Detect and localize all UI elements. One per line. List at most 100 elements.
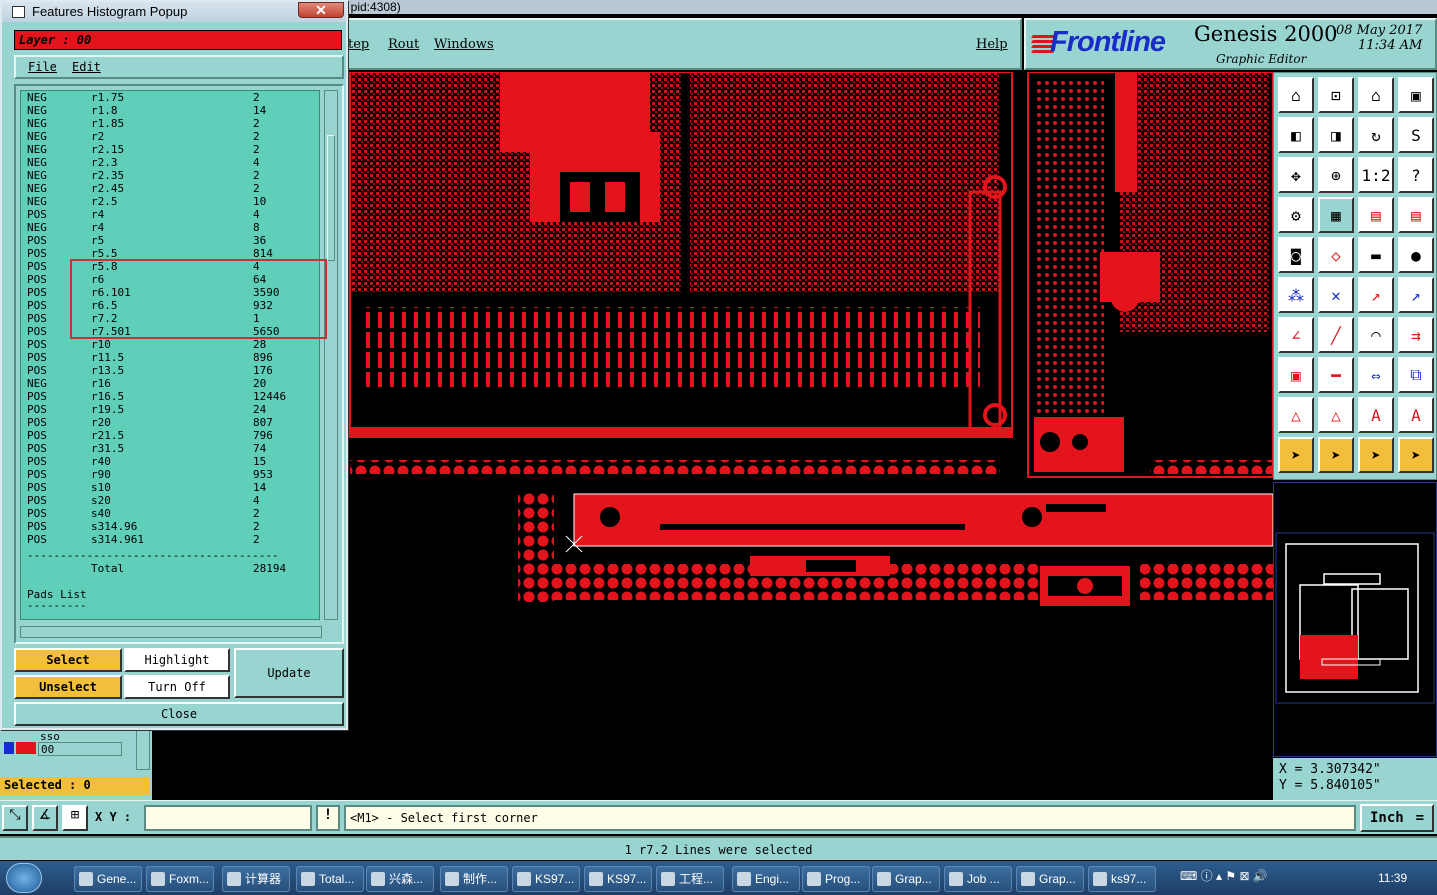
select-button[interactable]: Select [14,648,122,672]
ruler-icon[interactable]: ▬ [1358,237,1394,273]
surface-icon[interactable]: ◇ [1318,237,1354,273]
system-tray-icons[interactable]: ⌨ ⓘ ▴ ⚑ ⊠ 🔊 [1180,867,1350,889]
redraw-icon[interactable]: ↻ [1358,117,1394,153]
layers-alt-icon[interactable]: ▤ [1398,197,1434,233]
menu-help[interactable]: Help [976,37,1008,52]
overview-map[interactable] [1273,482,1437,757]
triangle-alt-icon[interactable]: △ [1318,397,1354,433]
triangle-icon[interactable]: △ [1278,397,1314,433]
arc-icon[interactable]: ◠ [1358,317,1394,353]
popup-menubar: File Edit [14,55,344,79]
taskbar-item[interactable]: Engi... [732,866,800,892]
line-move-icon[interactable]: ↗ [1398,277,1434,313]
pan-left-icon[interactable]: ◧ [1278,117,1314,153]
snap-icon[interactable]: S [1398,117,1434,153]
feature-polarity: NEG [27,91,47,104]
list-vertical-scrollbar[interactable] [324,90,338,620]
taskbar-item[interactable]: 工程... [656,866,724,892]
feature-polarity: NEG [27,377,47,390]
histogram-list[interactable]: NEG r1.75 2 NEG r1.8 14 NEG r1.85 2 NEG r2 2 NEG r2.1… [20,90,320,620]
alert-icon[interactable]: ! [316,805,340,831]
start-button-icon[interactable] [6,863,42,893]
layers-icon[interactable]: ▤ [1358,197,1394,233]
status-bar: ⤡ ∡ ⊞ X Y : ! <M1> - Select first corner… [0,800,1437,834]
feature-polarity: POS [27,273,47,286]
graphic-canvas[interactable] [340,71,1274,800]
taskbar-item[interactable]: 计算器 [222,866,290,892]
zoom-in-icon[interactable]: ⊡ [1318,77,1354,113]
taskbar-item[interactable]: Grap... [872,866,940,892]
select-area-icon[interactable]: ● [1398,237,1434,273]
menu-rout[interactable]: Rout [388,37,419,52]
highlight-button[interactable]: Highlight [124,648,230,672]
angle-icon[interactable]: ∠ [1278,317,1314,353]
settings-icon[interactable]: ⚙ [1278,197,1314,233]
line-add-icon[interactable]: ↗ [1358,277,1394,313]
text-a-icon[interactable]: A [1358,397,1394,433]
popup-title-bar[interactable]: Features Histogram Popup [2,2,346,22]
taskbar-item[interactable]: KS97... [512,866,580,892]
resize-icon[interactable]: ⤡ [2,805,28,831]
feature-polarity: POS [27,338,47,351]
fit-icon[interactable]: ✥ [1278,157,1314,193]
scale-1-2-icon[interactable]: 1:2 [1358,157,1394,193]
unselect-button[interactable]: Unselect [14,675,122,699]
menu-file[interactable]: File [28,60,57,74]
app-icon [877,872,891,886]
taskbar-item[interactable]: 兴森... [366,866,434,892]
scroll-thumb[interactable] [327,135,335,261]
connect-icon[interactable]: ⁂ [1278,277,1314,313]
text-a-alt-icon[interactable]: A [1398,397,1434,433]
line-icon[interactable]: ╱ [1318,317,1354,353]
app-icon [1093,872,1107,886]
taskbar-item[interactable]: 制作... [440,866,508,892]
copy-icon[interactable]: ⧉ [1398,357,1434,393]
grid-snap-icon[interactable]: ⊞ [62,805,88,831]
feature-count: 36 [253,234,267,247]
measure-icon[interactable]: ⇔ [1358,357,1394,393]
taskbar-item[interactable]: Foxm... [146,866,214,892]
list-horizontal-scrollbar[interactable] [20,626,322,638]
pointer-circle-icon[interactable]: ➤ [1358,437,1394,473]
feature-polarity: POS [27,299,47,312]
zoom-home-icon[interactable]: ⌂ [1278,77,1314,113]
taskbar-item[interactable]: Prog... [802,866,870,892]
app-icon [589,872,603,886]
pointer-net-icon[interactable]: ➤ [1398,437,1434,473]
mirror-icon[interactable]: ⇉ [1398,317,1434,353]
center-icon[interactable]: ⊕ [1318,157,1354,193]
popup-close-button[interactable]: ✕ [298,2,344,18]
feature-symbol: r13.5 [91,364,125,377]
units-selector[interactable]: Inch = [1360,804,1434,832]
pad-icon[interactable]: ◙ [1278,237,1314,273]
taskbar-item[interactable]: KS97... [584,866,652,892]
update-button[interactable]: Update [234,648,344,698]
pad-add-icon[interactable]: ▣ [1278,357,1314,393]
delete-icon[interactable]: ✕ [1318,277,1354,313]
angle-measure-icon[interactable]: ∡ [32,805,58,831]
taskbar-item[interactable]: Gene... [74,866,142,892]
taskbar-item[interactable]: ks97... [1088,866,1156,892]
window-icon[interactable]: ▣ [1398,77,1434,113]
close-button[interactable]: Close [14,702,344,726]
menu-edit[interactable]: Edit [72,60,101,74]
xy-input[interactable] [144,805,312,831]
taskbar-item[interactable]: Job ... [944,866,1012,892]
layer-scrollbar[interactable] [136,730,150,770]
taskbar-item[interactable]: Grap... [1016,866,1084,892]
pointer-icon[interactable]: ➤ [1278,437,1314,473]
coord-y: Y = 5.840105" [1279,778,1381,793]
help-icon[interactable]: ? [1398,157,1434,193]
taskbar-item[interactable]: Total... [296,866,364,892]
highlight-annotation-box [70,259,327,339]
minus-icon[interactable]: ━ [1318,357,1354,393]
turn-off-button[interactable]: Turn Off [124,675,230,699]
grid-icon[interactable]: ▦ [1318,197,1354,233]
pan-right-icon[interactable]: ◨ [1318,117,1354,153]
feature-count: 20 [253,377,267,390]
menu-windows[interactable]: Windows [434,37,494,52]
layer-value[interactable]: 00 [38,742,122,756]
menu-step[interactable]: tep [348,37,369,52]
pointer-box-icon[interactable]: ➤ [1318,437,1354,473]
home-icon[interactable]: ⌂ [1358,77,1394,113]
